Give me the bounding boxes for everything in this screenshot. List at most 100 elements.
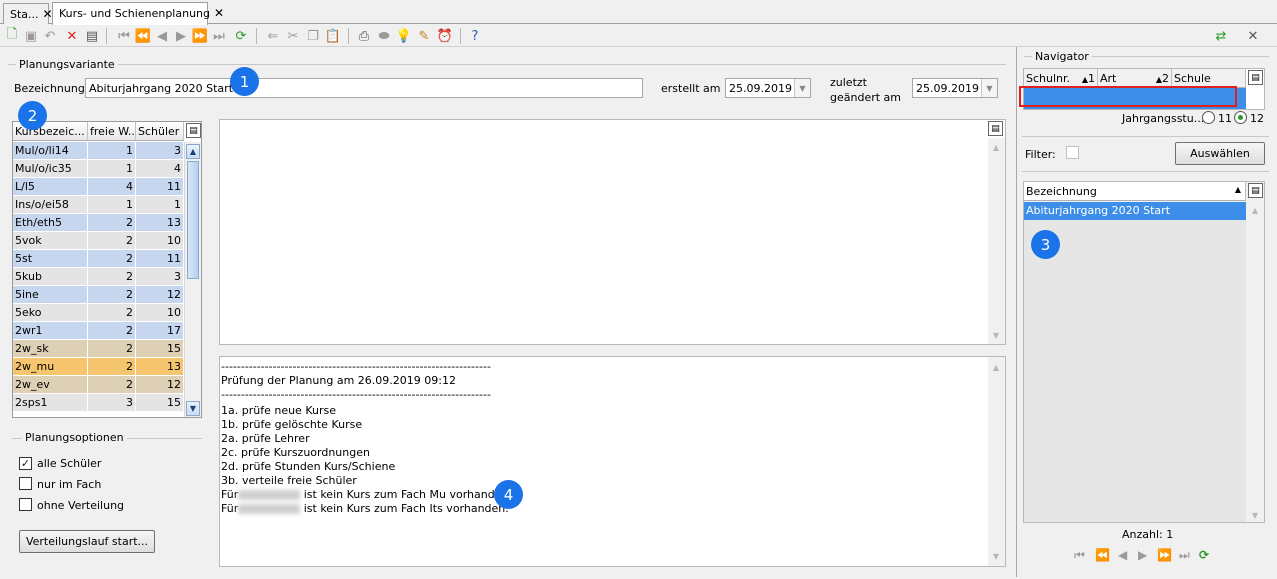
undo-icon[interactable]: ↶ <box>41 27 59 45</box>
scroll-down-icon[interactable]: ▼ <box>989 549 1003 564</box>
table-row[interactable]: Eth/eth5 2 13 <box>13 214 189 232</box>
list-scrollbar[interactable]: ▲ ▼ <box>1247 202 1264 522</box>
scroll-up-icon[interactable]: ▲ <box>989 360 1003 375</box>
log-message: Für ist kein Kurs zum Fach Mu vorhanden. <box>221 488 512 501</box>
paste-icon[interactable]: 📋 <box>324 27 342 45</box>
chevron-down-icon[interactable]: ▼ <box>981 79 997 97</box>
radio-jahrgang-11[interactable] <box>1202 111 1215 124</box>
table-row[interactable]: 5vok 2 10 <box>13 232 189 250</box>
table-row[interactable]: 2w_ev 2 12 <box>13 376 189 394</box>
scroll-thumb[interactable] <box>187 161 199 279</box>
table-row[interactable]: 5eko 2 10 <box>13 304 189 322</box>
bezeichnung-input[interactable] <box>85 78 643 98</box>
cell-kursbezeichnung: Ins/o/ei58 <box>13 196 88 214</box>
table-row[interactable]: 2w_mu 2 13 <box>13 358 189 376</box>
column-header-schueler[interactable]: Schüler <box>136 122 184 141</box>
divider <box>8 64 1006 65</box>
first-record-icon[interactable]: ⏮ <box>1074 548 1085 563</box>
radio-jahrgang-12[interactable] <box>1234 111 1247 124</box>
preview-icon[interactable]: ⬬ <box>375 27 393 45</box>
verteilungslauf-start-button[interactable]: Verteilungslauf start... <box>19 530 155 553</box>
column-chooser-icon[interactable]: ▤ <box>988 121 1003 136</box>
cell-kursbezeichnung: L/l5 <box>13 178 88 196</box>
last-record-icon[interactable]: ⏭ <box>1179 548 1190 563</box>
column-chooser-icon[interactable]: ▤ <box>1248 183 1263 198</box>
copy-icon[interactable]: ❐ <box>304 27 322 45</box>
cell-kursbezeichnung: 2sps1 <box>13 394 88 412</box>
help-icon[interactable]: ? <box>466 27 484 45</box>
scroll-down-icon[interactable]: ▼ <box>989 328 1003 343</box>
save-icon[interactable]: ▣ <box>22 27 40 45</box>
tab-label: Kurs- und Schienenplanung <box>59 7 210 20</box>
scroll-up-icon[interactable]: ▲ <box>989 140 1003 155</box>
close-icon[interactable]: ✕ <box>214 6 224 20</box>
column-chooser-icon[interactable]: ▤ <box>1248 70 1263 85</box>
cell-schueler: 11 <box>136 250 184 268</box>
checkbox-alle-schueler[interactable]: ✓ <box>19 457 32 470</box>
list-item[interactable]: Abiturjahrgang 2020 Start <box>1024 202 1246 220</box>
table-row[interactable]: 5kub 2 3 <box>13 268 189 286</box>
refresh-icon[interactable]: ⟳ <box>232 27 250 45</box>
auswaehlen-button[interactable]: Auswählen <box>1175 142 1265 165</box>
scroll-up-icon[interactable]: ▲ <box>1248 203 1262 218</box>
back-icon[interactable]: ⇐ <box>264 27 282 45</box>
next-page-icon[interactable]: ⏩ <box>191 27 209 45</box>
scroll-down-icon[interactable]: ▼ <box>186 401 200 416</box>
tab-start[interactable]: Sta... ✕ <box>3 3 53 24</box>
divider <box>1022 136 1269 137</box>
scroll-down-icon[interactable]: ▼ <box>1248 508 1262 522</box>
prev-record-icon[interactable]: ◀ <box>1118 548 1127 562</box>
tab-label: Sta... <box>10 8 39 21</box>
broom-icon[interactable]: ✎ <box>415 27 433 45</box>
refresh-icon[interactable]: ⟳ <box>1199 548 1209 562</box>
kurs-grid-scrollbar[interactable]: ▲ ▼ <box>184 142 201 417</box>
next-page-icon[interactable]: ⏩ <box>1157 548 1172 562</box>
table-row[interactable]: Ins/o/ei58 1 1 <box>13 196 189 214</box>
table-row[interactable]: 2w_sk 2 15 <box>13 340 189 358</box>
last-record-icon[interactable]: ⏭ <box>210 27 228 45</box>
splitter[interactable] <box>1016 47 1017 577</box>
scroll-up-icon[interactable]: ▲ <box>186 144 200 159</box>
tab-kurs-schienenplanung[interactable]: Kurs- und Schienenplanung ✕ <box>52 2 224 25</box>
cut-icon[interactable]: ✂ <box>284 27 302 45</box>
table-row[interactable]: 2wr1 2 17 <box>13 322 189 340</box>
next-record-icon[interactable]: ▶ <box>172 27 190 45</box>
cell-kursbezeichnung: 5st <box>13 250 88 268</box>
column-header-freie-wahl[interactable]: freie W... <box>88 122 136 141</box>
lightbulb-icon[interactable]: 💡 <box>395 27 413 45</box>
prev-page-icon[interactable]: ⏪ <box>134 27 152 45</box>
log-message: Für ist kein Kurs zum Fach Its vorhanden… <box>221 502 509 515</box>
column-header-bezeichnung[interactable]: Bezeichnung ▲ <box>1024 182 1246 201</box>
geaendert-date-field[interactable]: 25.09.2019 ▼ <box>912 78 998 98</box>
new-icon[interactable]: 🗋 <box>3 27 21 45</box>
table-row[interactable]: 2sps1 3 15 <box>13 394 189 412</box>
table-row[interactable]: Mul/o/ic35 1 4 <box>13 160 189 178</box>
print-icon[interactable]: ⎙ <box>355 27 373 45</box>
properties-icon[interactable]: ▤ <box>83 27 101 45</box>
close-panel-icon[interactable]: ✕ <box>1244 27 1262 45</box>
delete-icon[interactable]: ✕ <box>63 27 81 45</box>
table-row[interactable]: 5st 2 11 <box>13 250 189 268</box>
clock-icon[interactable]: ⏰ <box>436 27 454 45</box>
table-row[interactable]: Mul/o/li14 1 3 <box>13 142 189 160</box>
prev-page-icon[interactable]: ⏪ <box>1095 548 1110 562</box>
chevron-down-icon[interactable]: ▼ <box>794 79 810 97</box>
checkbox-nur-im-fach[interactable] <box>19 477 32 490</box>
table-row[interactable]: 5ine 2 12 <box>13 286 189 304</box>
cell-kursbezeichnung: 5vok <box>13 232 88 250</box>
log-scrollbar[interactable]: ▲ ▼ <box>988 357 1005 566</box>
erstellt-date-field[interactable]: 25.09.2019 ▼ <box>725 78 811 98</box>
filter-checkbox[interactable] <box>1066 146 1079 159</box>
column-chooser-icon[interactable]: ▤ <box>186 123 201 138</box>
checkbox-ohne-verteilung[interactable] <box>19 498 32 511</box>
prev-record-icon[interactable]: ◀ <box>153 27 171 45</box>
table-row[interactable]: L/l5 4 11 <box>13 178 189 196</box>
cell-schueler: 12 <box>136 286 184 304</box>
cell-freie-wahl: 2 <box>88 268 136 286</box>
cell-freie-wahl: 2 <box>88 214 136 232</box>
next-record-icon[interactable]: ▶ <box>1138 548 1147 562</box>
panel-scrollbar[interactable]: ▲ ▼ <box>988 138 1005 344</box>
first-record-icon[interactable]: ⏮ <box>115 27 133 45</box>
sync-icon[interactable]: ⇄ <box>1212 27 1230 45</box>
cell-kursbezeichnung: 2w_mu <box>13 358 88 376</box>
